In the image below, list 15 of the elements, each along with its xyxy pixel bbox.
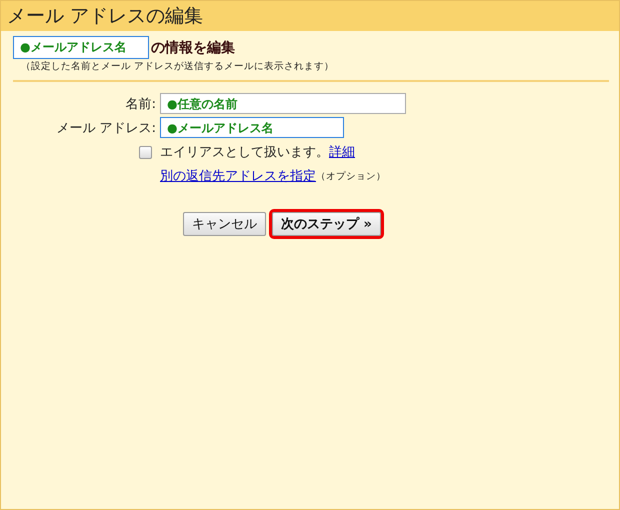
field-label: メール アドレス: [55,120,156,136]
section-heading: の情報を編集 [151,38,235,56]
name-field[interactable]: ●任意の名前 [160,93,406,114]
next-step-button[interactable]: 次のステップ » [272,212,381,236]
hint-text: （設定した名前とメール アドレスが送信するメールに表示されます） [21,60,336,73]
alias-checkbox[interactable] [139,146,152,158]
field-label: 名前: [124,96,156,112]
checkbox-label: エイリアスとして扱います。 [160,144,329,161]
optional-note: （オプション） [316,170,386,182]
details-link[interactable]: 詳細 [329,143,355,161]
name-box: ●メールアドレス名 [13,36,149,59]
window-title: メール アドレスの編集 [1,1,619,31]
email-field[interactable]: ●メールアドレス名 [160,117,344,138]
reply-to-link[interactable]: 別の返信先アドレスを指定 [160,167,316,185]
cancel-button[interactable]: キャンセル [183,212,266,236]
